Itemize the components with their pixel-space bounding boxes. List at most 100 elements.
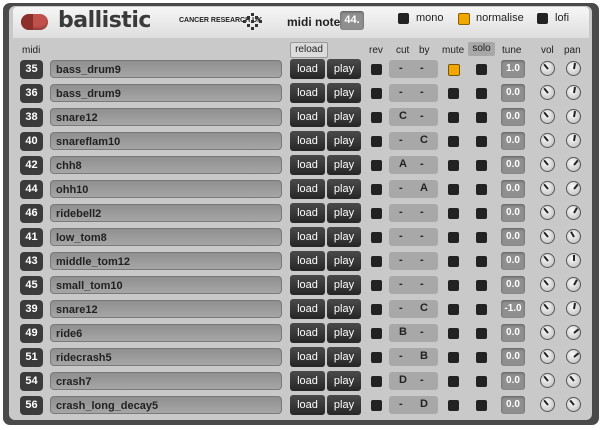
sample-name-field[interactable]: ridecrash5 xyxy=(50,348,282,366)
lofi-checkbox[interactable] xyxy=(537,13,548,24)
cut-group-selector[interactable]: -C xyxy=(389,132,438,150)
solo-toggle[interactable] xyxy=(476,208,487,219)
cut-group-selector[interactable]: -C xyxy=(389,300,438,318)
solo-toggle[interactable] xyxy=(476,376,487,387)
pan-knob[interactable] xyxy=(566,205,581,220)
reverse-toggle[interactable] xyxy=(371,328,382,339)
reverse-toggle[interactable] xyxy=(371,136,382,147)
solo-toggle[interactable] xyxy=(476,112,487,123)
play-button[interactable]: play xyxy=(327,131,361,151)
solo-toggle[interactable] xyxy=(476,304,487,315)
sample-name-field[interactable]: crash7 xyxy=(50,372,282,390)
reverse-toggle[interactable] xyxy=(371,112,382,123)
load-button[interactable]: load xyxy=(290,203,325,223)
load-button[interactable]: load xyxy=(290,131,325,151)
midi-number[interactable]: 38 xyxy=(20,108,43,127)
mute-toggle[interactable] xyxy=(448,376,459,387)
volume-knob[interactable] xyxy=(540,277,555,292)
midi-number[interactable]: 40 xyxy=(20,132,43,151)
pan-knob[interactable] xyxy=(566,109,581,124)
solo-toggle[interactable] xyxy=(476,328,487,339)
load-button[interactable]: load xyxy=(290,155,325,175)
play-button[interactable]: play xyxy=(327,371,361,391)
midi-number[interactable]: 42 xyxy=(20,156,43,175)
cut-group-selector[interactable]: -A xyxy=(389,180,438,198)
solo-toggle[interactable] xyxy=(476,184,487,195)
midi-number[interactable]: 35 xyxy=(20,60,43,79)
mute-toggle[interactable] xyxy=(448,112,459,123)
volume-knob[interactable] xyxy=(540,301,555,316)
load-button[interactable]: load xyxy=(290,347,325,367)
solo-toggle[interactable] xyxy=(476,136,487,147)
volume-knob[interactable] xyxy=(540,373,555,388)
tune-value[interactable]: 0.0 xyxy=(501,252,525,270)
tune-value[interactable]: 0.0 xyxy=(501,180,525,198)
mute-toggle[interactable] xyxy=(448,400,459,411)
cut-group-selector[interactable]: B- xyxy=(389,324,438,342)
play-button[interactable]: play xyxy=(327,395,361,415)
play-button[interactable]: play xyxy=(327,179,361,199)
volume-knob[interactable] xyxy=(540,253,555,268)
cut-group-selector[interactable]: -- xyxy=(389,252,438,270)
cut-group-selector[interactable]: A- xyxy=(389,156,438,174)
mute-toggle[interactable] xyxy=(448,88,459,99)
volume-knob[interactable] xyxy=(540,85,555,100)
play-button[interactable]: play xyxy=(327,83,361,103)
reverse-toggle[interactable] xyxy=(371,88,382,99)
play-button[interactable]: play xyxy=(327,347,361,367)
mute-toggle[interactable] xyxy=(448,64,460,76)
tune-value[interactable]: -1.0 xyxy=(501,300,525,318)
reverse-toggle[interactable] xyxy=(371,376,382,387)
solo-toggle[interactable] xyxy=(476,280,487,291)
pan-knob[interactable] xyxy=(566,85,581,100)
tune-value[interactable]: 0.0 xyxy=(501,276,525,294)
tune-value[interactable]: 0.0 xyxy=(501,84,525,102)
pan-knob[interactable] xyxy=(566,373,581,388)
pan-knob[interactable] xyxy=(566,253,581,268)
volume-knob[interactable] xyxy=(540,133,555,148)
sample-name-field[interactable]: bass_drum9 xyxy=(50,84,282,102)
midi-number[interactable]: 36 xyxy=(20,84,43,103)
mute-toggle[interactable] xyxy=(448,328,459,339)
pan-knob[interactable] xyxy=(566,349,581,364)
pan-knob[interactable] xyxy=(566,325,581,340)
cut-group-selector[interactable]: -- xyxy=(389,60,438,78)
reverse-toggle[interactable] xyxy=(371,400,382,411)
cut-group-selector[interactable]: -- xyxy=(389,276,438,294)
reverse-toggle[interactable] xyxy=(371,184,382,195)
volume-knob[interactable] xyxy=(540,109,555,124)
load-button[interactable]: load xyxy=(290,251,325,271)
mute-toggle[interactable] xyxy=(448,280,459,291)
volume-knob[interactable] xyxy=(540,325,555,340)
pan-knob[interactable] xyxy=(566,397,581,412)
cut-group-selector[interactable]: C- xyxy=(389,108,438,126)
tune-value[interactable]: 0.0 xyxy=(501,132,525,150)
sample-name-field[interactable]: chh8 xyxy=(50,156,282,174)
cut-group-selector[interactable]: -B xyxy=(389,348,438,366)
midi-number[interactable]: 39 xyxy=(20,300,43,319)
reverse-toggle[interactable] xyxy=(371,160,382,171)
play-button[interactable]: play xyxy=(327,155,361,175)
normalise-checkbox[interactable] xyxy=(458,13,470,25)
midi-number[interactable]: 54 xyxy=(20,372,43,391)
midi-number[interactable]: 44 xyxy=(20,180,43,199)
load-button[interactable]: load xyxy=(290,323,325,343)
volume-knob[interactable] xyxy=(540,61,555,76)
sample-name-field[interactable]: ohh10 xyxy=(50,180,282,198)
mute-toggle[interactable] xyxy=(448,232,459,243)
solo-toggle[interactable] xyxy=(476,352,487,363)
midi-number[interactable]: 51 xyxy=(20,348,43,367)
load-button[interactable]: load xyxy=(290,395,325,415)
cut-group-selector[interactable]: -- xyxy=(389,84,438,102)
load-button[interactable]: load xyxy=(290,59,325,79)
volume-knob[interactable] xyxy=(540,157,555,172)
reverse-toggle[interactable] xyxy=(371,232,382,243)
volume-knob[interactable] xyxy=(540,229,555,244)
midi-note-value[interactable]: 44. xyxy=(340,11,364,30)
play-button[interactable]: play xyxy=(327,275,361,295)
sample-name-field[interactable]: bass_drum9 xyxy=(50,60,282,78)
mute-toggle[interactable] xyxy=(448,160,459,171)
play-button[interactable]: play xyxy=(327,323,361,343)
mute-toggle[interactable] xyxy=(448,352,459,363)
pan-knob[interactable] xyxy=(566,301,581,316)
